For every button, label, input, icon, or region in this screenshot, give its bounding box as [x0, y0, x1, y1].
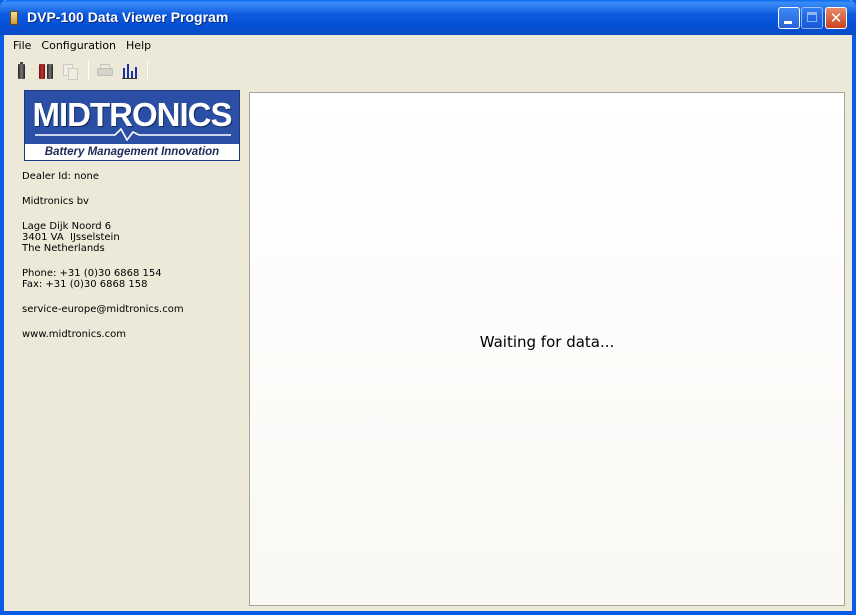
dealer-info: Dealer Id: none Midtronics bv Lage Dijk … — [22, 171, 242, 354]
email-address: service-europe@midtronics.com — [22, 304, 184, 315]
fax-number: Fax: +31 (0)30 6868 158 — [22, 279, 148, 290]
bar-chart-icon-axis — [122, 78, 137, 79]
copy-icon-part — [68, 68, 78, 80]
address-line: The Netherlands — [22, 243, 105, 254]
address-line: 3401 VA IJsselstein — [22, 232, 120, 243]
maximize-button[interactable] — [801, 7, 823, 29]
dealer-id: Dealer Id: none — [22, 171, 99, 182]
menu-help[interactable]: Help — [121, 36, 156, 56]
application-window: DVP-100 Data Viewer Program ✕ File Confi… — [0, 0, 856, 615]
printer-icon — [97, 68, 113, 76]
contact-numbers: Phone: +31 (0)30 6868 154 Fax: +31 (0)30… — [22, 268, 242, 290]
print-button[interactable] — [95, 61, 115, 81]
address-line: Lage Dijk Noord 6 — [22, 221, 112, 232]
toolbar-separator — [88, 61, 89, 81]
chart-button[interactable] — [119, 61, 139, 81]
bar-chart-icon-bar — [131, 71, 133, 78]
minimize-icon — [784, 21, 792, 24]
data-panel: Waiting for data... — [249, 92, 845, 606]
window-title: DVP-100 Data Viewer Program — [27, 9, 229, 25]
minimize-button[interactable] — [778, 7, 800, 29]
battery-button[interactable] — [12, 61, 32, 81]
status-message: Waiting for data... — [479, 333, 615, 351]
company-name: Midtronics bv — [22, 196, 89, 207]
maximize-icon — [807, 12, 817, 22]
website: www.midtronics.com — [22, 329, 126, 340]
phone-number: Phone: +31 (0)30 6868 154 — [22, 268, 162, 279]
app-icon[interactable] — [10, 11, 18, 25]
bar-chart-icon-bar — [127, 64, 129, 78]
address: Lage Dijk Noord 6 3401 VA IJsselstein Th… — [22, 221, 242, 254]
batteries-icon-part — [47, 64, 53, 79]
toolbar-separator — [147, 61, 148, 81]
battery-icon — [18, 62, 25, 79]
midtronics-logo: MIDTRONICS Battery Management Innovation — [24, 90, 240, 161]
logo-pulse-line-icon — [35, 127, 231, 141]
copy-button[interactable] — [60, 61, 80, 81]
menu-file[interactable]: File — [8, 36, 36, 56]
close-icon: ✕ — [829, 9, 843, 27]
bar-chart-icon-bar — [135, 67, 137, 78]
close-button[interactable]: ✕ — [825, 7, 847, 29]
toolbar — [4, 57, 852, 85]
logo-tagline: Battery Management Innovation — [25, 144, 239, 160]
dealer-sidebar: MIDTRONICS Battery Management Innovation… — [4, 85, 244, 611]
menu-configuration[interactable]: Configuration — [36, 36, 121, 56]
bar-chart-icon — [123, 68, 125, 78]
batteries-button[interactable] — [36, 61, 56, 81]
title-bar[interactable]: DVP-100 Data Viewer Program ✕ — [0, 0, 856, 35]
menu-bar: File Configuration Help — [4, 35, 852, 57]
batteries-icon — [39, 64, 45, 79]
